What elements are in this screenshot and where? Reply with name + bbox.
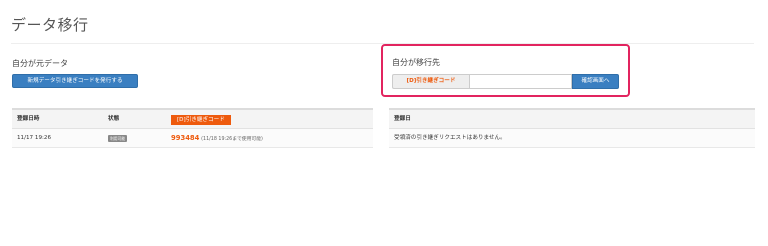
header-status: 状態 xyxy=(108,116,120,122)
received-requests-table: 登録日 受領済の引き継ぎリクエストはありません。 xyxy=(389,108,755,148)
row-code-cell: 993484 (11/18 19:26まで使用可能) xyxy=(171,129,263,148)
table-header-row: 登録日時 状態 [D]引き継ぎコード xyxy=(12,110,373,129)
header-date: 登録日時 xyxy=(17,116,40,122)
target-panel-label: 自分が移行先 xyxy=(392,58,440,67)
transfer-code-value: 993484 xyxy=(171,134,200,142)
header-transfer-code-badge: [D]引き継ぎコード xyxy=(171,115,231,125)
confirm-screen-button[interactable]: 確認画面へ xyxy=(572,74,619,89)
source-panel-label: 自分が元データ xyxy=(12,59,68,68)
row-date: 11/17 19:26 xyxy=(17,135,52,141)
transfer-code-input-group: [D]引き継ぎコード 確認画面へ xyxy=(392,74,619,89)
header-received-date: 登録日 xyxy=(394,116,411,122)
table-row: 受領済の引き継ぎリクエストはありません。 xyxy=(389,129,755,148)
highlight-annotation-box xyxy=(381,44,630,97)
table-header-row: 登録日 xyxy=(389,110,755,129)
table-row: 11/17 19:26 利用可能 993484 (11/18 19:26まで使用… xyxy=(12,129,373,148)
status-badge: 利用可能 xyxy=(108,135,128,142)
issue-transfer-code-button[interactable]: 新規データ引き継ぎコードを発行する xyxy=(12,74,138,88)
empty-message: 受領済の引き継ぎリクエストはありません。 xyxy=(394,135,506,141)
code-expiry-note: (11/18 19:26まで使用可能) xyxy=(201,137,263,142)
transfer-code-input[interactable] xyxy=(469,74,572,89)
issued-codes-table: 登録日時 状態 [D]引き継ぎコード 11/17 19:26 利用可能 9934… xyxy=(12,108,373,148)
page-title: データ移行 xyxy=(11,16,89,34)
transfer-code-addon-label: [D]引き継ぎコード xyxy=(392,74,469,89)
